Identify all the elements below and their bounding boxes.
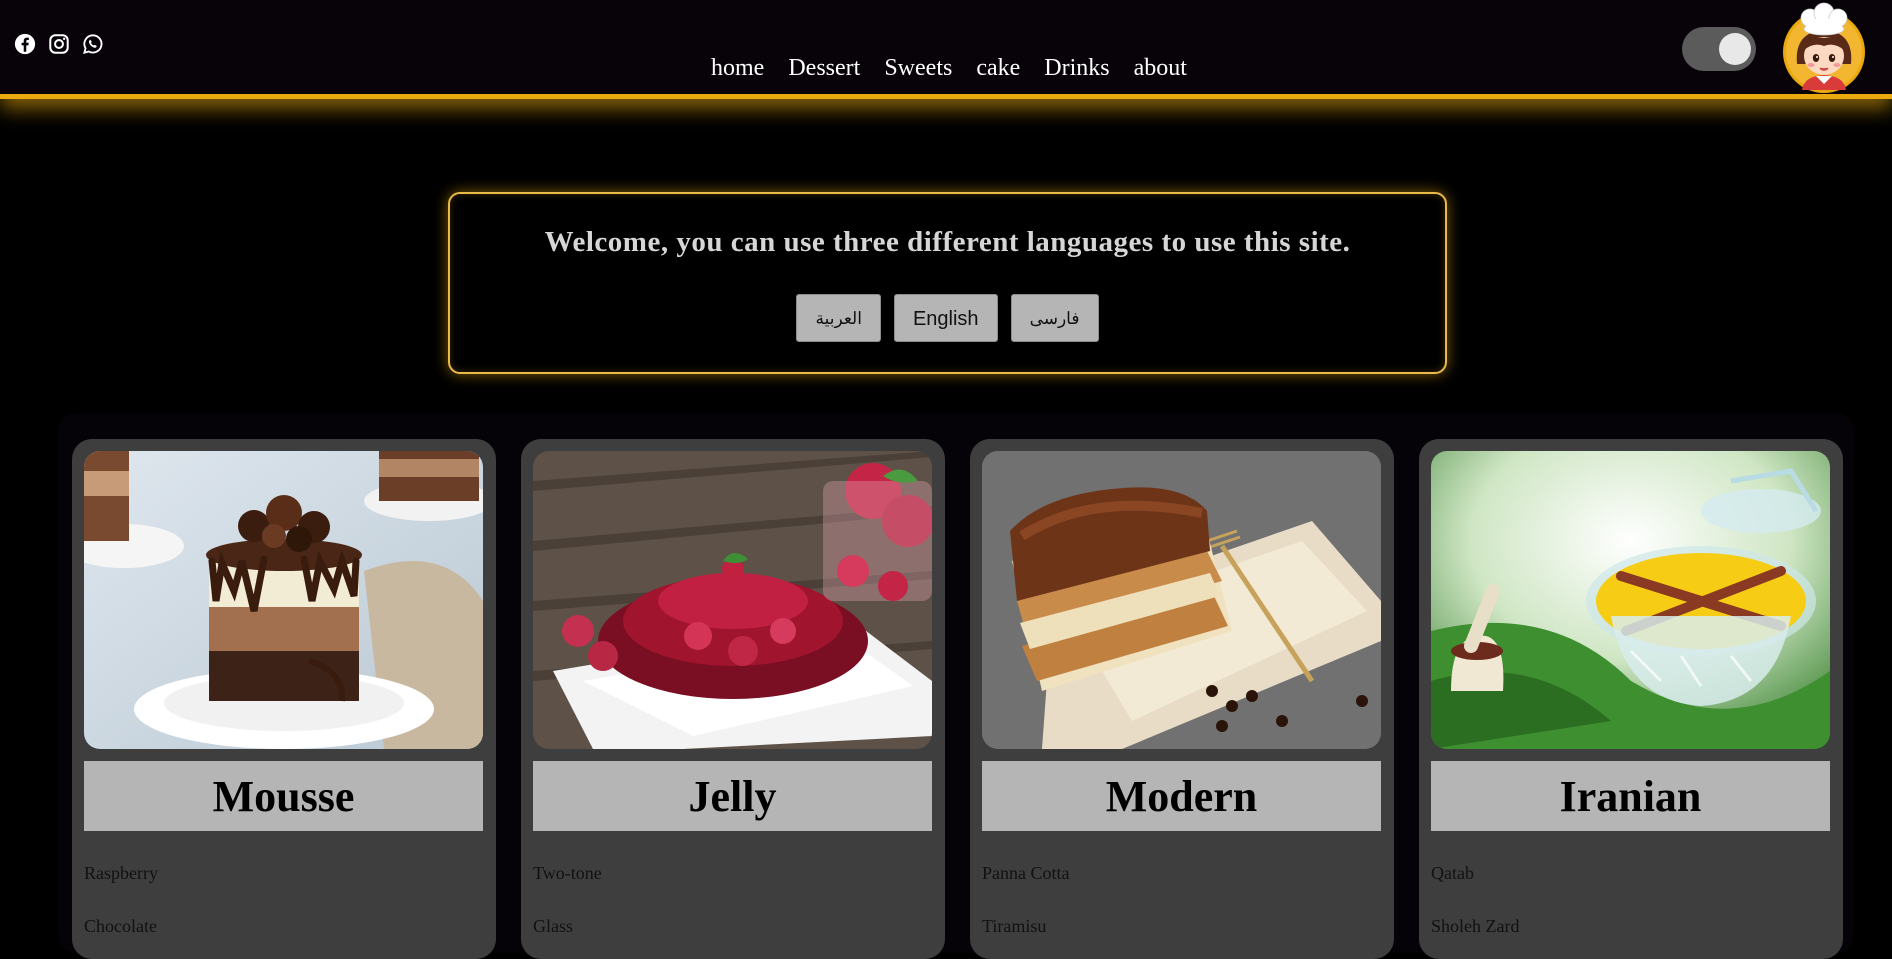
category-card-jelly[interactable]: Jelly Two-tone Glass	[521, 439, 945, 959]
category-card-iranian[interactable]: Iranian Qatab Sholeh Zard	[1419, 439, 1843, 959]
category-cards: Mousse Raspberry Chocolate Jelly Two-ton…	[58, 413, 1854, 959]
language-buttons: العربية English فارسی	[450, 294, 1445, 342]
nav-about[interactable]: about	[1134, 52, 1187, 84]
card-title: Iranian	[1559, 771, 1702, 821]
mousse-image	[84, 451, 483, 749]
tiramisu-image	[982, 451, 1381, 749]
welcome-title: Welcome, you can use three different lan…	[544, 226, 1351, 258]
sholeh-zard-image	[1431, 451, 1830, 749]
jelly-image	[533, 451, 932, 749]
nav-drinks[interactable]: Drinks	[1044, 52, 1109, 84]
farsi-button[interactable]: فارسی	[1010, 294, 1099, 342]
chef-avatar	[1780, 2, 1868, 96]
nav-home[interactable]: home	[711, 52, 764, 84]
nav-sweets[interactable]: Sweets	[884, 52, 952, 84]
list-item[interactable]: Qatab	[1431, 850, 1519, 903]
card-items: Two-tone Glass	[533, 850, 602, 956]
card-title: Jelly	[688, 771, 777, 821]
list-item[interactable]: Chocolate	[84, 903, 158, 956]
category-card-mousse[interactable]: Mousse Raspberry Chocolate	[72, 439, 496, 959]
main-nav: home Dessert Sweets cake Drinks about	[0, 52, 1892, 84]
list-item[interactable]: Raspberry	[84, 850, 158, 903]
english-button[interactable]: English	[893, 294, 998, 342]
arabic-button[interactable]: العربية	[796, 294, 881, 342]
welcome-panel: Welcome, you can use three different lan…	[448, 192, 1447, 374]
nav-cake[interactable]: cake	[976, 52, 1020, 84]
card-title: Modern	[1105, 771, 1258, 821]
card-title-box: Modern	[982, 761, 1381, 831]
card-title-box: Jelly	[533, 761, 932, 831]
site-header: home Dessert Sweets cake Drinks about	[0, 0, 1892, 99]
card-items: Qatab Sholeh Zard	[1431, 850, 1519, 956]
card-items: Raspberry Chocolate	[84, 850, 158, 956]
theme-toggle[interactable]	[1682, 27, 1756, 71]
card-title-box: Mousse	[84, 761, 483, 831]
list-item[interactable]: Glass	[533, 903, 602, 956]
category-card-modern[interactable]: Modern Panna Cotta Tiramisu	[970, 439, 1394, 959]
list-item[interactable]: Panna Cotta	[982, 850, 1070, 903]
nav-dessert[interactable]: Dessert	[788, 52, 860, 84]
card-title: Mousse	[212, 771, 355, 821]
toggle-knob	[1719, 33, 1751, 65]
list-item[interactable]: Sholeh Zard	[1431, 903, 1519, 956]
list-item[interactable]: Tiramisu	[982, 903, 1070, 956]
card-items: Panna Cotta Tiramisu	[982, 850, 1070, 956]
list-item[interactable]: Two-tone	[533, 850, 602, 903]
card-title-box: Iranian	[1431, 761, 1830, 831]
